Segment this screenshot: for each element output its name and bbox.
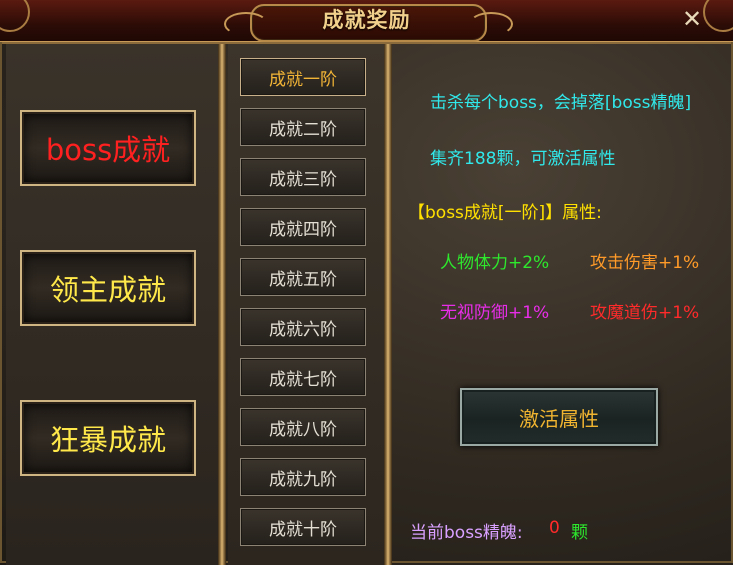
essence-label: 当前boss精魄: bbox=[410, 523, 523, 543]
tier-10-button[interactable]: 成就十阶 bbox=[240, 508, 366, 546]
tier-7-button[interactable]: 成就七阶 bbox=[240, 358, 366, 396]
category-lord-button[interactable]: 领主成就 bbox=[20, 250, 196, 326]
tier-6-button[interactable]: 成就六阶 bbox=[240, 308, 366, 346]
attribute-header: 【boss成就[一阶]】属性: bbox=[408, 203, 602, 223]
attribute-attack-damage: 攻击伤害+1% bbox=[590, 253, 700, 273]
divider-left bbox=[218, 44, 226, 565]
category-boss-button[interactable]: boss成就 bbox=[20, 110, 196, 186]
category-berserk-button[interactable]: 狂暴成就 bbox=[20, 400, 196, 476]
achievement-window: 成就奖励 ✕ boss成就 领主成就 狂暴成就 成就一阶 成就二阶 成就三阶 成… bbox=[0, 0, 733, 565]
description-line-1: 击杀每个boss，会掉落[boss精魄] bbox=[430, 93, 692, 113]
tier-1-button[interactable]: 成就一阶 bbox=[240, 58, 366, 96]
tier-8-button[interactable]: 成就八阶 bbox=[240, 408, 366, 446]
tier-5-button[interactable]: 成就五阶 bbox=[240, 258, 366, 296]
window-title: 成就奖励 bbox=[322, 8, 411, 32]
tier-2-button[interactable]: 成就二阶 bbox=[240, 108, 366, 146]
attribute-magic-damage: 攻魔道伤+1% bbox=[590, 303, 700, 323]
activate-button[interactable]: 激活属性 bbox=[460, 388, 658, 446]
tier-4-button[interactable]: 成就四阶 bbox=[240, 208, 366, 246]
title-bar: 成就奖励 ✕ bbox=[0, 0, 733, 44]
essence-count: 0 bbox=[549, 518, 560, 538]
divider-right bbox=[384, 44, 392, 565]
tier-9-button[interactable]: 成就九阶 bbox=[240, 458, 366, 496]
attribute-stamina: 人物体力+2% bbox=[440, 253, 550, 273]
description-line-2: 集齐188颗，可激活属性 bbox=[430, 149, 616, 169]
close-icon[interactable]: ✕ bbox=[681, 7, 703, 31]
essence-unit: 颗 bbox=[571, 523, 588, 543]
attribute-ignore-defense: 无视防御+1% bbox=[440, 303, 550, 323]
tier-3-button[interactable]: 成就三阶 bbox=[240, 158, 366, 196]
